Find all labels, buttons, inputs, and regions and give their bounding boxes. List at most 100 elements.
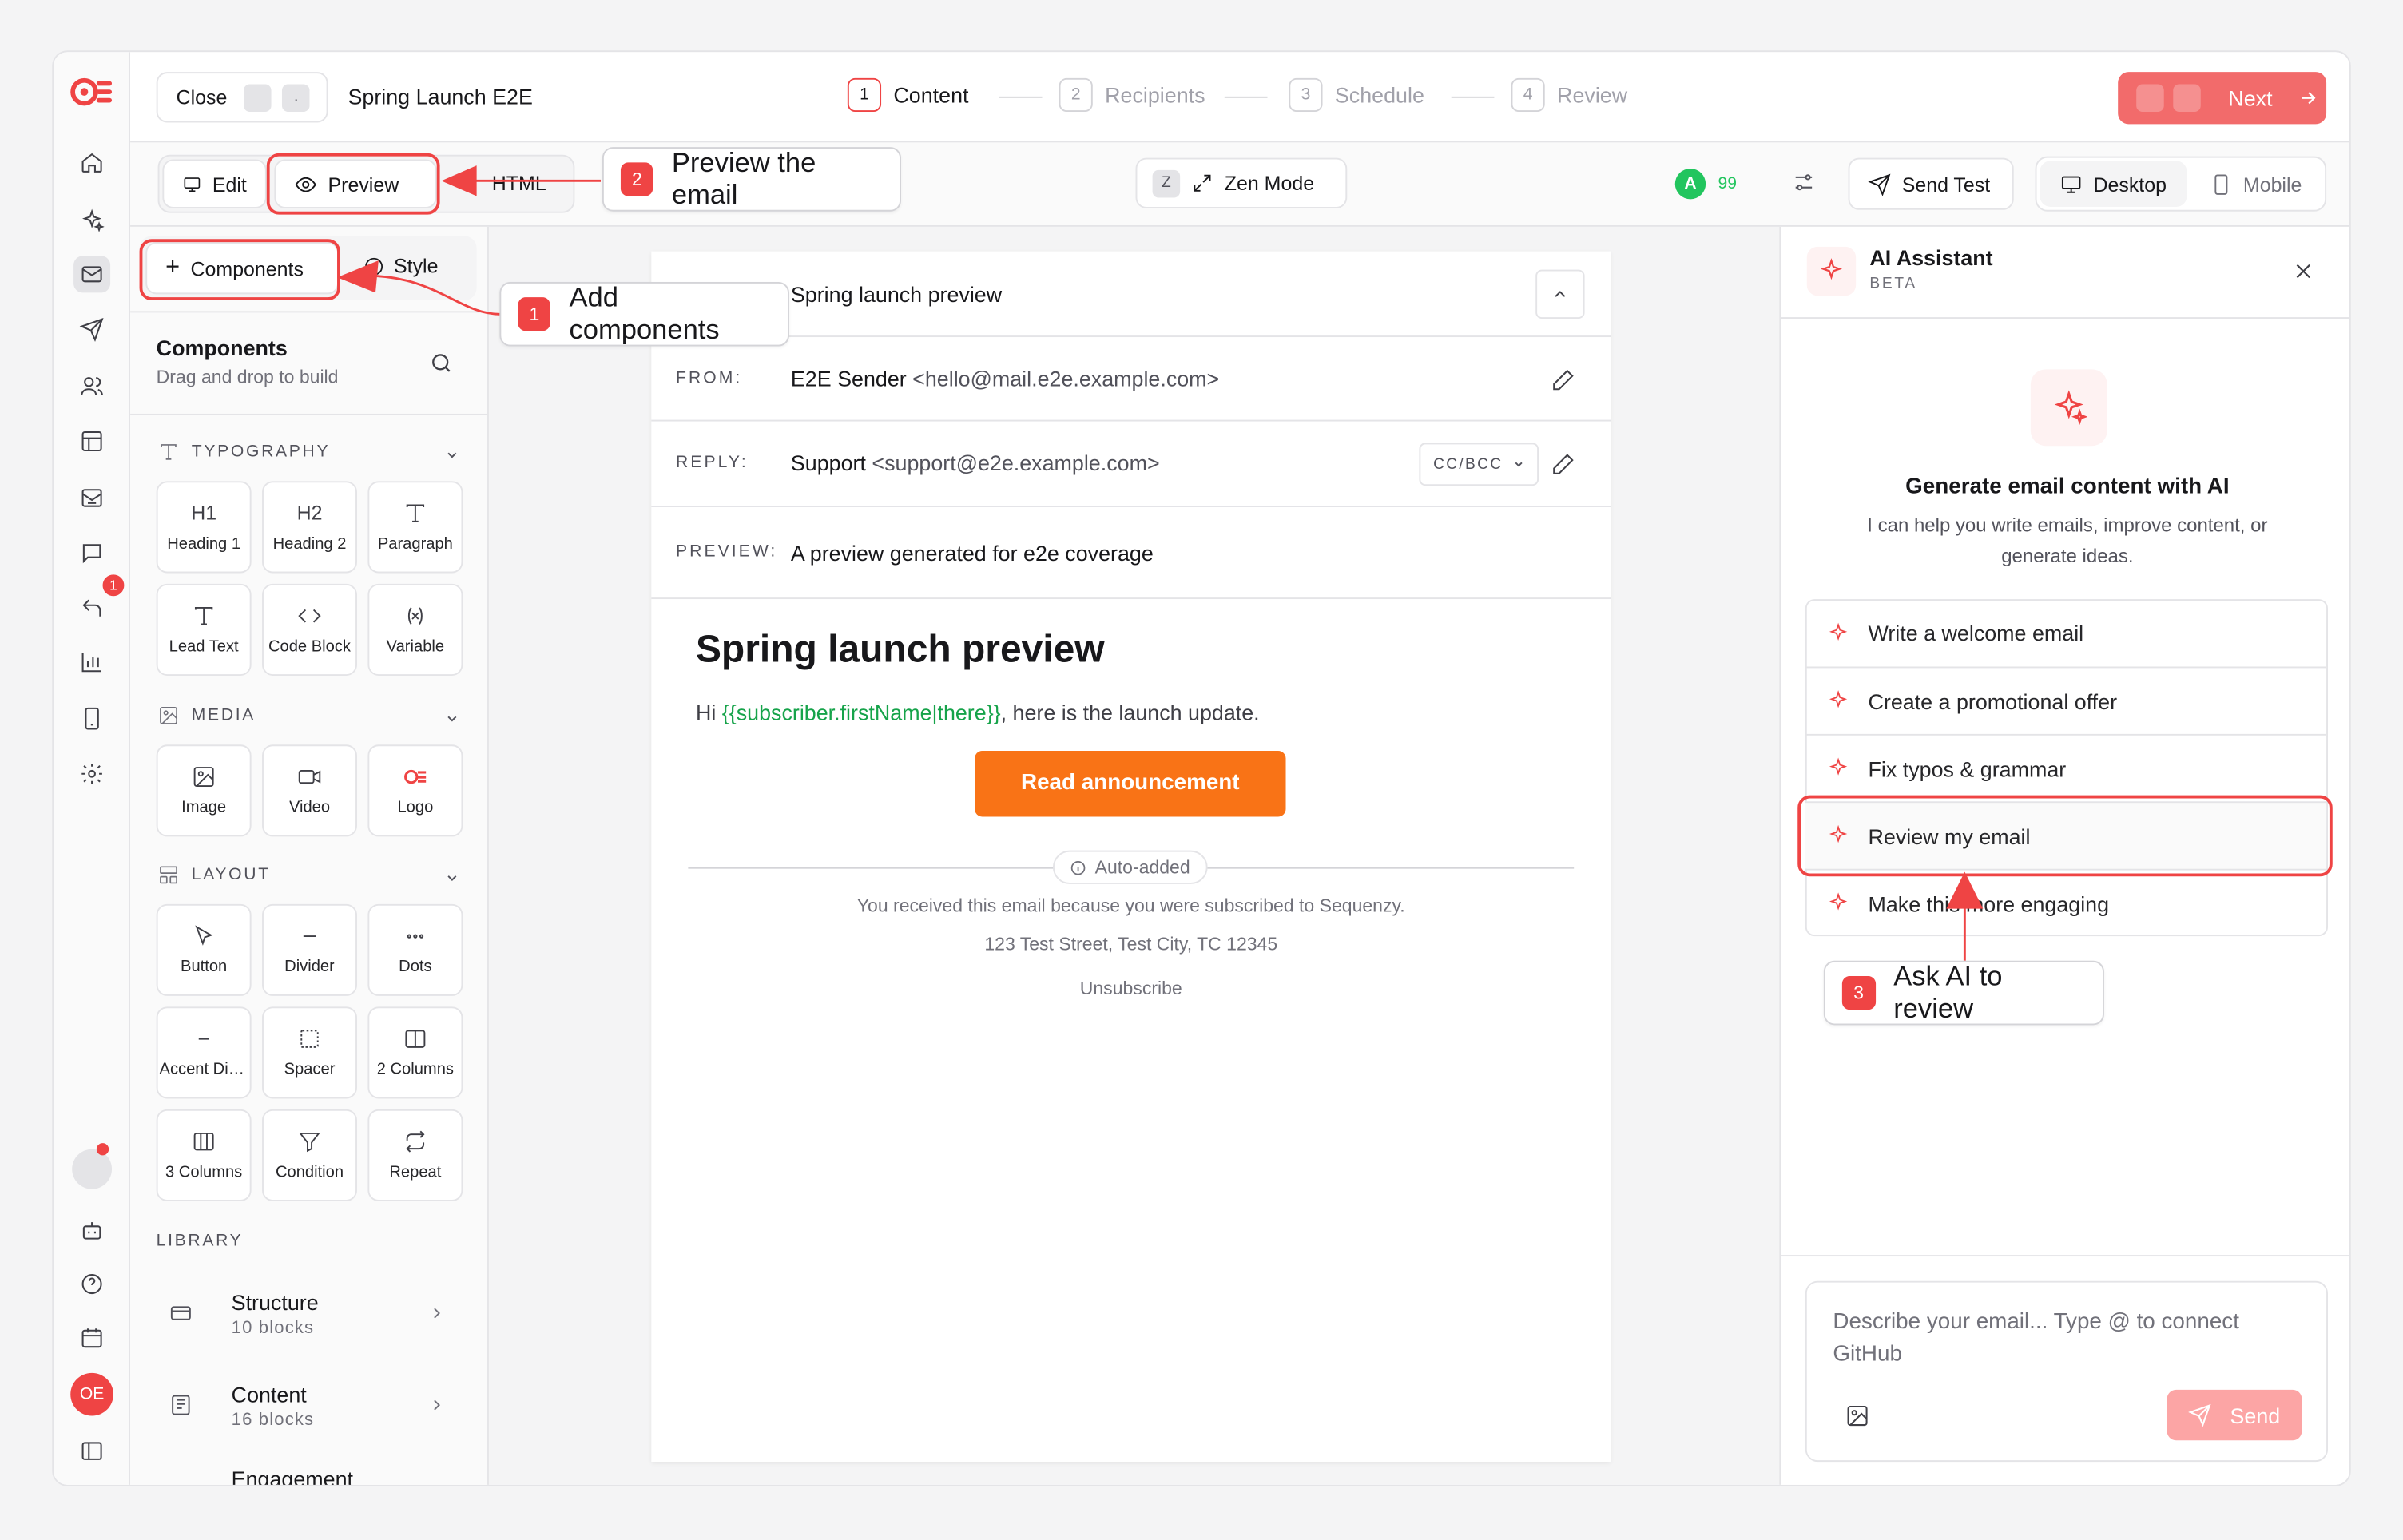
- collapse-button[interactable]: [1535, 269, 1585, 320]
- tile-label: Dots: [399, 957, 432, 976]
- cta-button[interactable]: Read announcement: [975, 750, 1286, 817]
- suggestion-engaging[interactable]: Make this more engaging: [1805, 868, 2327, 936]
- settings-sliders-icon[interactable]: [1792, 170, 1820, 198]
- analytics-icon[interactable]: [73, 644, 110, 681]
- suggestion-typos[interactable]: Fix typos & grammar: [1805, 733, 2327, 801]
- calendar-icon[interactable]: [73, 1320, 110, 1356]
- component-3-columns[interactable]: 3 Columns: [156, 1109, 252, 1201]
- component-video[interactable]: Video: [262, 744, 357, 837]
- step-label: Review: [1557, 82, 1628, 108]
- send-icon[interactable]: [73, 311, 110, 347]
- component-divider[interactable]: Divider: [262, 903, 357, 996]
- tile-label: Heading 1: [167, 534, 241, 554]
- component-variable[interactable]: Variable: [367, 583, 463, 676]
- step-review[interactable]: 4 Review: [1511, 77, 1628, 113]
- style-tab-label: Style: [394, 254, 439, 278]
- from-name: E2E Sender: [790, 366, 907, 391]
- step-num: 2: [1059, 77, 1093, 113]
- step-connector: [1224, 96, 1268, 98]
- send-test-button[interactable]: Send Test: [1848, 157, 2014, 210]
- chevron-down-icon[interactable]: [444, 711, 459, 726]
- reply-value: Support <support@e2e.example.com>: [791, 450, 1160, 475]
- section-media[interactable]: MEDIA: [158, 705, 256, 726]
- suggestion-welcome[interactable]: Write a welcome email: [1805, 599, 2326, 666]
- bot-icon[interactable]: [73, 1212, 110, 1248]
- component-button[interactable]: Button: [156, 903, 252, 996]
- ai-prompt-input[interactable]: Describe your email... Type @ to connect…: [1833, 1307, 2308, 1371]
- style-tab[interactable]: Style: [363, 254, 439, 278]
- component-lead-text[interactable]: Lead Text: [156, 583, 252, 676]
- ai-description-1: I can help you write emails, improve con…: [1867, 514, 2268, 537]
- component-logo[interactable]: Logo: [367, 744, 463, 837]
- chevron-down-icon[interactable]: [444, 447, 459, 462]
- step-recipients[interactable]: 2 Recipients: [1059, 77, 1205, 113]
- component-2-columns[interactable]: 2 Columns: [367, 1006, 463, 1099]
- close-button[interactable]: Close .: [156, 72, 328, 123]
- section-layout[interactable]: LAYOUT: [158, 864, 271, 886]
- users-icon[interactable]: [73, 367, 110, 404]
- component-code-block[interactable]: Code Block: [262, 583, 357, 676]
- reply-icon[interactable]: [73, 590, 110, 627]
- video-icon: [298, 769, 321, 784]
- mobile-button[interactable]: Mobile: [2190, 161, 2322, 207]
- inbox-icon[interactable]: [73, 479, 110, 516]
- columns-icon: [193, 1132, 214, 1151]
- library-content[interactable]: Content 16 blocks: [158, 1367, 465, 1443]
- sparkles-icon[interactable]: [73, 202, 110, 239]
- suggestion-label: Create a promotional offer: [1868, 689, 2118, 713]
- component-dots[interactable]: Dots: [367, 903, 463, 996]
- close-icon[interactable]: [2293, 260, 2314, 282]
- status-avatar[interactable]: [72, 1149, 113, 1189]
- component-image[interactable]: Image: [156, 744, 252, 837]
- html-tab[interactable]: HTML: [492, 172, 546, 195]
- component-accent-divider[interactable]: Accent Divider: [156, 1006, 252, 1099]
- mobile-icon[interactable]: [73, 701, 110, 737]
- suggestion-promo[interactable]: Create a promotional offer: [1805, 666, 2327, 733]
- callout-label: Preview the email: [671, 147, 816, 210]
- footer-address: 123 Test Street, Test City, TC 12345: [984, 933, 1278, 955]
- ai-logo: [1806, 246, 1857, 296]
- sparkles-icon: [1820, 258, 1843, 280]
- template-icon[interactable]: [73, 423, 110, 459]
- pencil-icon[interactable]: [1551, 367, 1575, 392]
- next-button[interactable]: Next: [2118, 72, 2327, 125]
- mobile-icon: [2214, 173, 2228, 194]
- step-schedule[interactable]: 3 Schedule: [1289, 77, 1424, 113]
- sidebar-toggle-icon[interactable]: [73, 1433, 110, 1470]
- image-upload-icon[interactable]: [1845, 1403, 1870, 1428]
- component-spacer[interactable]: Spacer: [262, 1006, 357, 1099]
- library-engagement[interactable]: Engagement: [158, 1459, 465, 1485]
- auto-added-badge: Auto-added: [1052, 850, 1208, 884]
- pencil-icon[interactable]: [1551, 452, 1575, 477]
- score-indicator[interactable]: A 99: [1674, 169, 1737, 200]
- component-repeat[interactable]: Repeat: [367, 1109, 463, 1201]
- component-condition[interactable]: Condition: [262, 1109, 357, 1201]
- chevron-down-icon[interactable]: [444, 871, 459, 886]
- help-icon[interactable]: [73, 1266, 110, 1303]
- merge-variable: {{subscriber.firstName|there}}: [721, 700, 1001, 725]
- zen-mode-button[interactable]: Z Zen Mode: [1135, 157, 1348, 208]
- step-content[interactable]: 1 Content: [847, 77, 968, 113]
- callout-label: Add components: [569, 281, 720, 345]
- search-icon[interactable]: [429, 351, 454, 383]
- component-heading-2[interactable]: H2 Heading 2: [262, 481, 357, 574]
- cc-bcc-button[interactable]: CC/BCC: [1419, 443, 1539, 486]
- edit-tab[interactable]: Edit: [162, 159, 267, 208]
- mail-icon[interactable]: [73, 256, 111, 293]
- component-paragraph[interactable]: Paragraph: [367, 481, 463, 574]
- sparkles-icon: [2054, 390, 2087, 426]
- library-structure[interactable]: Structure 10 blocks: [158, 1275, 465, 1351]
- image-icon: [160, 706, 177, 724]
- settings-icon[interactable]: [73, 756, 110, 792]
- message-icon[interactable]: [73, 534, 110, 571]
- status-dot: [96, 1143, 109, 1156]
- desktop-button[interactable]: Desktop: [2040, 161, 2187, 207]
- highlight-preview: [266, 153, 440, 215]
- home-icon[interactable]: [73, 144, 110, 181]
- component-heading-1[interactable]: H1 Heading 1: [156, 481, 252, 574]
- expand-icon: [1194, 174, 1211, 192]
- section-typography[interactable]: TYPOGRAPHY: [158, 441, 331, 462]
- user-avatar[interactable]: OE: [70, 1372, 113, 1416]
- unsubscribe-link[interactable]: Unsubscribe: [651, 978, 1611, 999]
- ai-send-button[interactable]: Send: [2167, 1389, 2302, 1441]
